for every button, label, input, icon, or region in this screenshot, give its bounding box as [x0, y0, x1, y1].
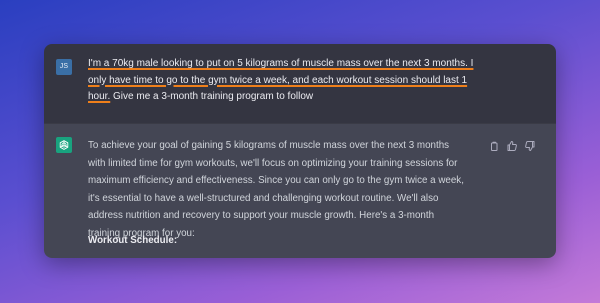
assistant-message-text: To achieve your goal of gaining 5 kilogr…: [88, 140, 464, 239]
user-message: JS I'm a 70kg male looking to put on 5 k…: [44, 44, 556, 123]
assistant-avatar: [56, 137, 72, 153]
user-message-rest: Give me a 3-month training program to fo…: [110, 91, 314, 102]
workout-schedule-heading: Workout Schedule:: [88, 235, 178, 246]
openai-logo-icon: [59, 140, 69, 150]
thumbs-up-icon[interactable]: [506, 139, 518, 151]
chat-window: JS I'm a 70kg male looking to put on 5 k…: [44, 44, 556, 258]
message-actions: [488, 139, 536, 151]
assistant-message: To achieve your goal of gaining 5 kilogr…: [44, 123, 556, 258]
thumbs-down-icon[interactable]: [524, 139, 536, 151]
copy-icon[interactable]: [488, 139, 500, 151]
user-message-text: I'm a 70kg male looking to put on 5 kilo…: [88, 56, 483, 106]
user-avatar: JS: [56, 59, 72, 75]
